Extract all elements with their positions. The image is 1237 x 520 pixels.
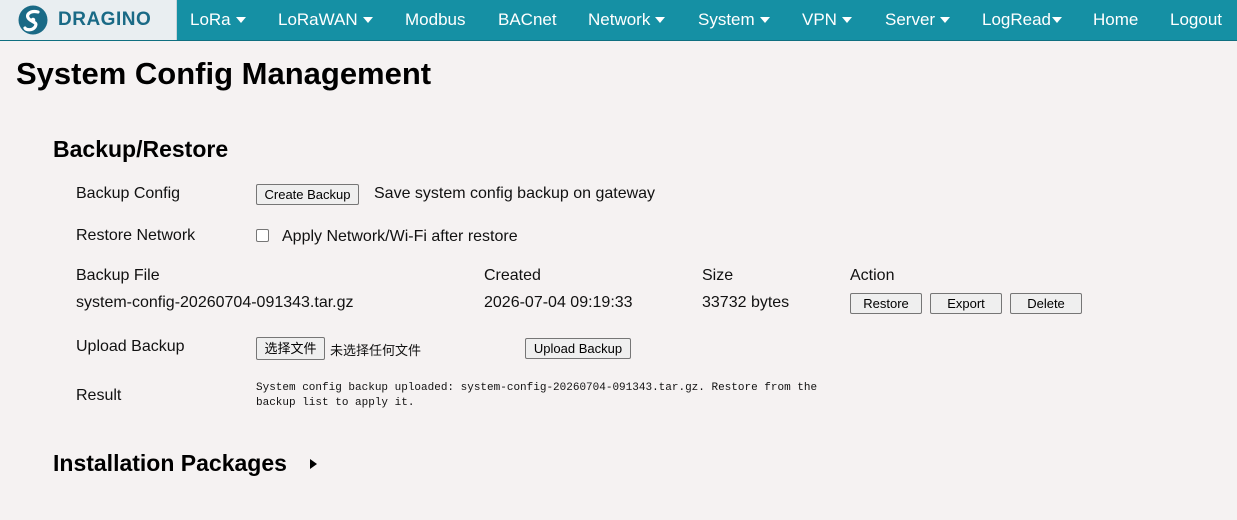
nav-logread-label: LogRead xyxy=(982,10,1052,29)
nav-lora[interactable]: LoRa xyxy=(190,0,246,40)
export-button[interactable]: Export xyxy=(930,293,1002,314)
nav-logout-label: Logout xyxy=(1170,10,1222,29)
expand-arrow-icon[interactable] xyxy=(310,459,317,469)
logo-text: DRAGINO xyxy=(58,9,152,30)
nav-server-label: Server xyxy=(885,10,936,29)
restore-network-label: Restore Network xyxy=(76,227,196,244)
chevron-down-icon xyxy=(759,16,770,23)
nav-server[interactable]: Server xyxy=(885,0,951,40)
nav-logread[interactable]: LogRead xyxy=(982,0,1063,40)
chevron-down-icon xyxy=(362,16,373,23)
restore-button[interactable]: Restore xyxy=(850,293,922,314)
col-header-backup-file: Backup File xyxy=(76,267,160,284)
chevron-down-icon xyxy=(841,16,852,23)
upload-backup-button[interactable]: Upload Backup xyxy=(525,338,631,359)
chevron-down-icon xyxy=(1052,16,1063,23)
delete-button[interactable]: Delete xyxy=(1010,293,1082,314)
result-message: System config backup uploaded: system-co… xyxy=(256,382,818,409)
apply-network-checkbox[interactable] xyxy=(256,229,269,242)
col-header-size: Size xyxy=(702,267,734,284)
top-nav-bar: DRAGINO LoRa LoRaWAN Modbus BACnet Netwo… xyxy=(0,0,1237,41)
backup-config-label: Backup Config xyxy=(76,185,181,202)
nav-vpn-label: VPN xyxy=(802,10,837,29)
chevron-down-icon xyxy=(940,16,951,23)
nav-modbus[interactable]: Modbus xyxy=(405,0,465,40)
col-header-created: Created xyxy=(484,267,541,284)
chevron-down-icon xyxy=(655,16,666,23)
dragino-logo-icon xyxy=(18,5,48,35)
nav-network-label: Network xyxy=(588,10,651,29)
installation-packages-heading[interactable]: Installation Packages xyxy=(53,450,287,477)
backup-file-name: system-config-20260704-091343.tar.gz xyxy=(76,294,354,311)
nav-modbus-label: Modbus xyxy=(405,10,466,29)
upload-backup-label: Upload Backup xyxy=(76,338,185,355)
backup-created-time: 2026-07-04 09:19:33 xyxy=(484,294,633,311)
create-backup-button[interactable]: Create Backup xyxy=(256,184,359,205)
nav-bacnet-label: BACnet xyxy=(498,10,557,29)
backup-size: 33732 bytes xyxy=(702,294,790,311)
installation-packages-label: Installation Packages xyxy=(53,450,287,476)
nav-bacnet[interactable]: BACnet xyxy=(498,0,557,40)
choose-file-button[interactable]: 选择文件 xyxy=(256,337,325,360)
apply-network-text: Apply Network/Wi-Fi after restore xyxy=(282,228,518,245)
nav-lora-label: LoRa xyxy=(190,10,231,29)
no-file-selected-text: 未选择任何文件 xyxy=(330,343,422,358)
nav-lorawan-label: LoRaWAN xyxy=(278,10,358,29)
nav-lorawan[interactable]: LoRaWAN xyxy=(278,0,373,40)
nav-logout[interactable]: Logout xyxy=(1170,0,1222,40)
chevron-down-icon xyxy=(235,16,246,23)
result-label: Result xyxy=(76,387,122,404)
page-title: System Config Management xyxy=(16,56,432,91)
nav-vpn[interactable]: VPN xyxy=(802,0,852,40)
nav-system[interactable]: System xyxy=(698,0,770,40)
brand-logo[interactable]: DRAGINO xyxy=(0,0,177,40)
nav-home[interactable]: Home xyxy=(1093,0,1138,40)
nav-network[interactable]: Network xyxy=(588,0,666,40)
create-backup-description: Save system config backup on gateway xyxy=(374,185,656,202)
col-header-action: Action xyxy=(850,267,895,284)
nav-system-label: System xyxy=(698,10,755,29)
nav-home-label: Home xyxy=(1093,10,1139,29)
backup-restore-heading: Backup/Restore xyxy=(53,136,229,162)
